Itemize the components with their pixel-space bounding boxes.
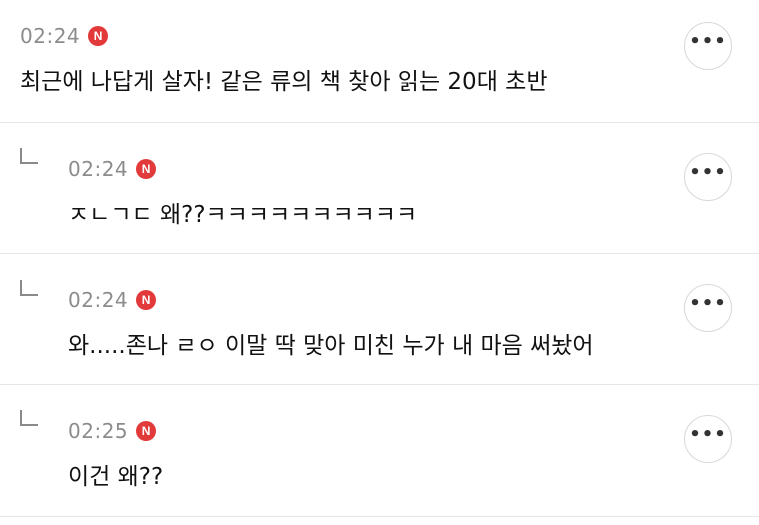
more-options-button[interactable]: ••• xyxy=(684,415,732,463)
comment-text: 이건 왜?? xyxy=(68,464,164,490)
more-options-button[interactable]: ••• xyxy=(684,284,732,332)
comment-time: 02:24 xyxy=(20,24,81,48)
more-horizontal-icon: ••• xyxy=(689,293,727,314)
comment-time: 02:24 xyxy=(68,288,129,312)
comment-item: 02:24 N 최근에 나답게 살자! 같은 류의 책 찾아 읽는 20대 초반… xyxy=(0,0,759,123)
reply-item: 02:24 N 와.....존나 ㄹㅇ 이말 딱 맞아 미친 누가 내 마음 써… xyxy=(0,254,759,385)
comment-text: 와.....존나 ㄹㅇ 이말 딱 맞아 미친 누가 내 마음 써놨어 xyxy=(68,333,594,359)
more-options-button[interactable]: ••• xyxy=(684,153,732,201)
comment-meta: 02:24 N xyxy=(68,157,157,181)
reply-item: 02:25 N 이건 왜?? ••• xyxy=(0,385,759,517)
new-badge-icon: N xyxy=(136,421,157,441)
comment-text: ㅈㄴㄱㄷ 왜??ㅋㅋㅋㅋㅋㅋㅋㅋㅋㅋ xyxy=(68,202,418,228)
new-badge-icon: N xyxy=(136,159,157,179)
new-badge-icon: N xyxy=(136,290,157,310)
reply-item: 02:24 N ㅈㄴㄱㄷ 왜??ㅋㅋㅋㅋㅋㅋㅋㅋㅋㅋ ••• xyxy=(0,123,759,254)
comment-time: 02:24 xyxy=(68,157,129,181)
comment-meta: 02:24 N xyxy=(68,288,157,312)
comment-meta: 02:25 N xyxy=(68,419,157,443)
more-horizontal-icon: ••• xyxy=(689,424,727,445)
reply-arrow-icon xyxy=(20,280,38,296)
comment-meta: 02:24 N xyxy=(20,24,109,48)
more-options-button[interactable]: ••• xyxy=(684,22,732,70)
comment-time: 02:25 xyxy=(68,419,129,443)
new-badge-icon: N xyxy=(88,26,109,46)
more-horizontal-icon: ••• xyxy=(689,31,727,52)
comment-text: 최근에 나답게 살자! 같은 류의 책 찾아 읽는 20대 초반 xyxy=(20,69,548,95)
reply-arrow-icon xyxy=(20,410,38,426)
reply-arrow-icon xyxy=(20,148,38,164)
more-horizontal-icon: ••• xyxy=(689,162,727,183)
